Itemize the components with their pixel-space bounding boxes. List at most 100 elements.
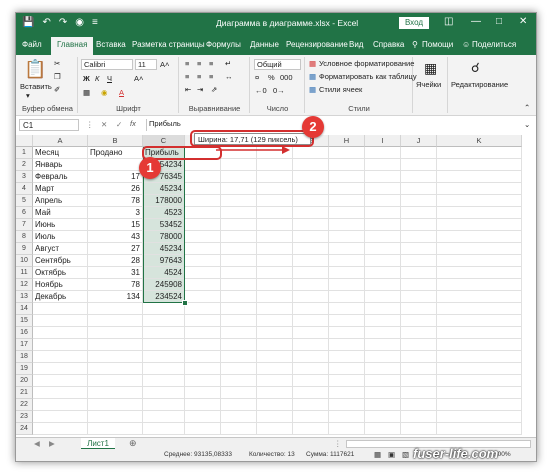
cell-g4[interactable]: [293, 183, 329, 195]
column-header-a[interactable]: A: [33, 135, 88, 147]
cell-h24[interactable]: [329, 423, 365, 435]
cell-f7[interactable]: [257, 219, 293, 231]
cell-f14[interactable]: [257, 303, 293, 315]
cell-i16[interactable]: [365, 327, 401, 339]
cell-e4[interactable]: [221, 183, 257, 195]
cell-k6[interactable]: [437, 207, 522, 219]
cell-k23[interactable]: [437, 411, 522, 423]
cell-k10[interactable]: [437, 255, 522, 267]
cell-a3[interactable]: Февраль: [33, 171, 88, 183]
row-header[interactable]: 19: [16, 363, 33, 375]
cell-c24[interactable]: [143, 423, 185, 435]
row-header[interactable]: 4: [16, 183, 33, 195]
prev-sheet-icon[interactable]: ◀: [34, 439, 40, 448]
cell-a9[interactable]: Август: [33, 243, 88, 255]
align-left-icon[interactable]: ≡: [185, 72, 189, 81]
cell-d8[interactable]: [185, 231, 221, 243]
format-as-table-button[interactable]: Форматировать как таблицу: [319, 72, 417, 81]
search-icon[interactable]: ☌: [471, 60, 480, 76]
cell-k24[interactable]: [437, 423, 522, 435]
orientation-icon[interactable]: ⇗: [211, 85, 217, 94]
currency-icon[interactable]: ¤: [255, 73, 259, 82]
maximize-icon[interactable]: □: [496, 16, 502, 27]
grow-font-icon[interactable]: A˄: [160, 60, 169, 69]
cell-g14[interactable]: [293, 303, 329, 315]
cell-a15[interactable]: [33, 315, 88, 327]
underline-button[interactable]: Ч: [107, 74, 112, 83]
cell-a4[interactable]: Март: [33, 183, 88, 195]
cell-g20[interactable]: [293, 375, 329, 387]
cell-b8[interactable]: 43: [88, 231, 143, 243]
cell-j10[interactable]: [401, 255, 437, 267]
cell-d4[interactable]: [185, 183, 221, 195]
cell-h3[interactable]: [329, 171, 365, 183]
row-header[interactable]: 1: [16, 147, 33, 159]
cell-e20[interactable]: [221, 375, 257, 387]
cell-e9[interactable]: [221, 243, 257, 255]
cell-d20[interactable]: [185, 375, 221, 387]
cell-g12[interactable]: [293, 279, 329, 291]
cell-d17[interactable]: [185, 339, 221, 351]
fill-handle[interactable]: [182, 300, 188, 306]
row-header[interactable]: 13: [16, 291, 33, 303]
cell-j18[interactable]: [401, 351, 437, 363]
cell-g21[interactable]: [293, 387, 329, 399]
paste-button-label[interactable]: Вставить: [20, 82, 52, 91]
wrap-text-icon[interactable]: ↵: [225, 59, 231, 68]
select-all-corner[interactable]: [16, 135, 33, 147]
tab-file[interactable]: Файл: [22, 40, 42, 49]
cell-f2[interactable]: [257, 159, 293, 171]
next-sheet-icon[interactable]: ▶: [49, 439, 55, 448]
cell-f20[interactable]: [257, 375, 293, 387]
cell-c16[interactable]: [143, 327, 185, 339]
cell-h1[interactable]: [329, 147, 365, 159]
cell-g22[interactable]: [293, 399, 329, 411]
tab-insert[interactable]: Вставка: [96, 40, 126, 49]
cell-j6[interactable]: [401, 207, 437, 219]
cell-b23[interactable]: [88, 411, 143, 423]
paste-icon[interactable]: 📋: [24, 59, 46, 80]
cell-g19[interactable]: [293, 363, 329, 375]
cell-k9[interactable]: [437, 243, 522, 255]
ribbon-display-icon[interactable]: ◫: [444, 16, 453, 27]
number-format-select[interactable]: Общий: [254, 59, 301, 70]
tab-view[interactable]: Вид: [349, 40, 363, 49]
align-bottom-icon[interactable]: ≡: [209, 59, 213, 68]
cell-g13[interactable]: [293, 291, 329, 303]
cell-i13[interactable]: [365, 291, 401, 303]
cell-j17[interactable]: [401, 339, 437, 351]
camera-icon[interactable]: ◉: [75, 17, 84, 28]
row-header[interactable]: 14: [16, 303, 33, 315]
column-header-b[interactable]: B: [88, 135, 143, 147]
cell-a24[interactable]: [33, 423, 88, 435]
borders-icon[interactable]: ▦: [83, 88, 90, 97]
cell-c12[interactable]: 245908: [143, 279, 185, 291]
cell-f24[interactable]: [257, 423, 293, 435]
cell-g8[interactable]: [293, 231, 329, 243]
expand-formula-icon[interactable]: ⌄: [524, 120, 530, 129]
cell-f22[interactable]: [257, 399, 293, 411]
cell-c21[interactable]: [143, 387, 185, 399]
cell-a13[interactable]: Декабрь: [33, 291, 88, 303]
cell-g17[interactable]: [293, 339, 329, 351]
cell-c5[interactable]: 178000: [143, 195, 185, 207]
cell-d14[interactable]: [185, 303, 221, 315]
cell-b9[interactable]: 27: [88, 243, 143, 255]
cell-g11[interactable]: [293, 267, 329, 279]
cell-k1[interactable]: [437, 147, 522, 159]
cell-j14[interactable]: [401, 303, 437, 315]
cell-d22[interactable]: [185, 399, 221, 411]
cell-i21[interactable]: [365, 387, 401, 399]
cell-j22[interactable]: [401, 399, 437, 411]
cell-h22[interactable]: [329, 399, 365, 411]
cell-j4[interactable]: [401, 183, 437, 195]
cell-c9[interactable]: 45234: [143, 243, 185, 255]
cell-i5[interactable]: [365, 195, 401, 207]
cell-i2[interactable]: [365, 159, 401, 171]
cells-button-label[interactable]: Ячейки: [416, 80, 441, 89]
cell-j21[interactable]: [401, 387, 437, 399]
row-header[interactable]: 10: [16, 255, 33, 267]
cell-k11[interactable]: [437, 267, 522, 279]
cell-h21[interactable]: [329, 387, 365, 399]
cell-e17[interactable]: [221, 339, 257, 351]
